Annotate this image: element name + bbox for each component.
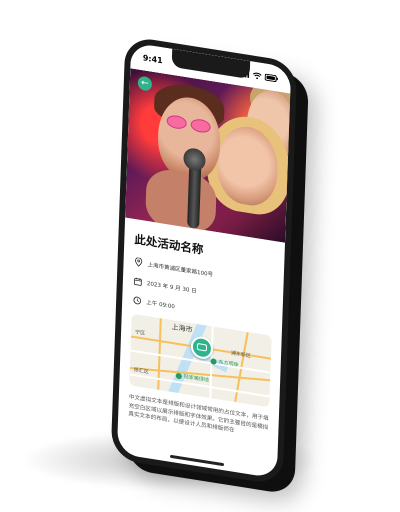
- event-address: 上海市黄浦区董家路100号: [147, 261, 214, 278]
- poi-marker-icon: [210, 358, 217, 366]
- location-pin-icon: [133, 257, 142, 267]
- clock-icon: [132, 295, 141, 305]
- event-time: 上午 09:00: [146, 299, 175, 310]
- arrow-left-icon: ←: [140, 78, 149, 90]
- event-details: 此处活动名称 上海市黄浦区董家路100号 2023 年 9 月 30 日 上午 …: [117, 218, 285, 479]
- map-district-label: 浦东新区: [230, 350, 252, 360]
- phone-mockup: 9:41 ← 此处活动名称 上海市黄浦区董家路100号 2023 年 9 月 3…: [110, 35, 298, 486]
- calendar-icon: [133, 276, 142, 286]
- phone-screen: 9:41 ← 此处活动名称 上海市黄浦区董家路100号 2023 年 9 月 3…: [116, 42, 292, 479]
- wifi-icon: [252, 72, 262, 79]
- status-time: 9:41: [142, 52, 163, 65]
- poi-marker-icon: [175, 372, 182, 380]
- event-hero-image: ←: [125, 68, 291, 243]
- map-city-label: 上海市: [171, 322, 193, 335]
- event-date: 2023 年 9 月 30 日: [146, 280, 197, 295]
- map-district-label: 宁区: [135, 329, 146, 337]
- location-map[interactable]: 上海市 宁区 浦东新区 徐汇区 东方明珠 陆家嘴绿地: [129, 313, 272, 408]
- battery-icon: [264, 73, 278, 82]
